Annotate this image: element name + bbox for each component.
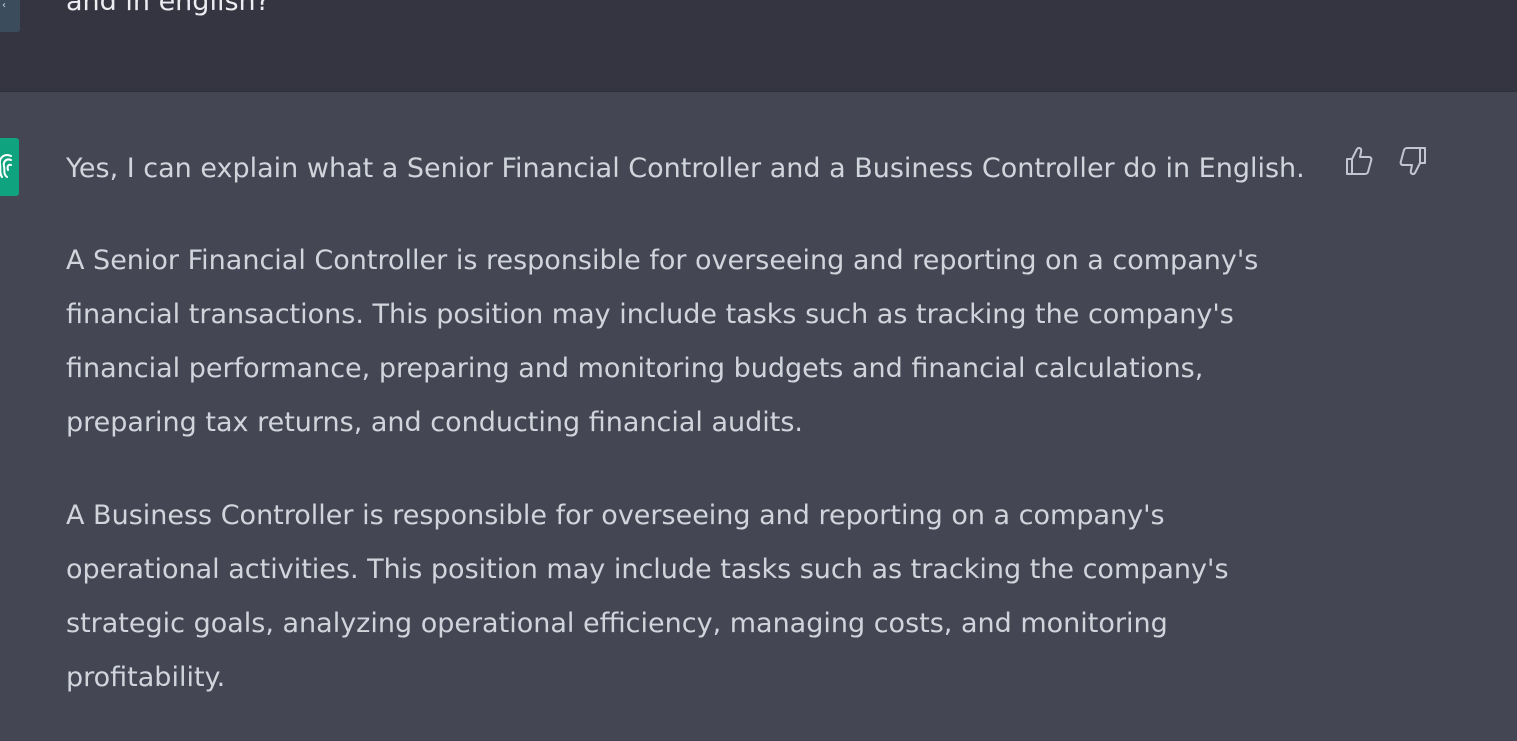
thumbs-down-icon [1399,147,1426,175]
assistant-avatar [0,138,19,196]
thumbs-down-button[interactable] [1398,144,1428,178]
user-message-block: ‹ and in english? [0,0,1517,92]
assistant-paragraph-2: A Senior Financial Controller is respons… [66,245,1259,438]
user-message-text: and in english? [66,0,270,17]
chat-page: ‹ and in english? Yes, I can explain wha… [0,0,1517,741]
user-avatar-icon: ‹ [2,0,6,11]
assistant-message-block: Yes, I can explain what a Senior Financi… [0,92,1517,741]
assistant-message-text: Yes, I can explain what a Senior Financi… [66,142,1316,741]
chatgpt-logo-icon [0,154,12,178]
feedback-buttons [1344,144,1428,178]
user-avatar: ‹ [0,0,20,32]
assistant-paragraph-1: Yes, I can explain what a Senior Financi… [66,153,1305,184]
assistant-paragraph-3: A Business Controller is responsible for… [66,500,1229,693]
thumbs-up-button[interactable] [1344,144,1374,178]
thumbs-up-icon [1346,147,1373,175]
